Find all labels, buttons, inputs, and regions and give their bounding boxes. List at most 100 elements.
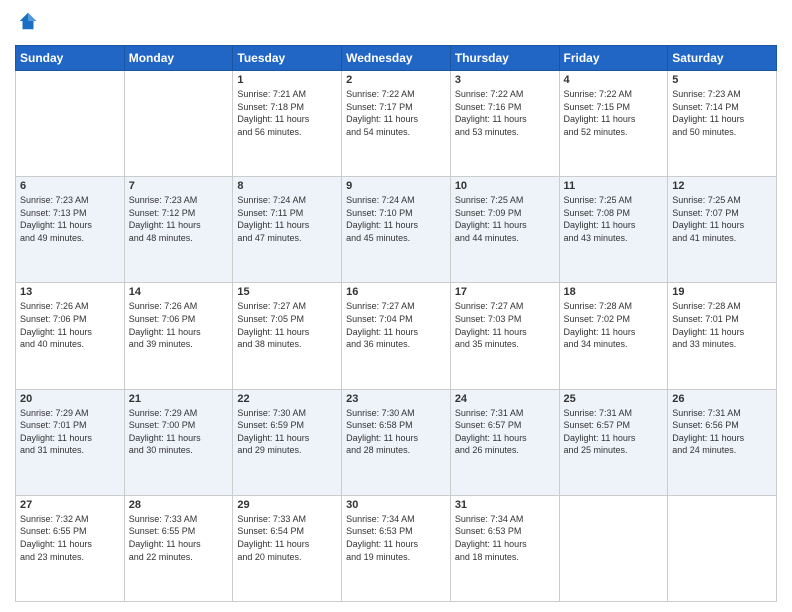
calendar-cell: 24 Sunrise: 7:31 AM Sunset: 6:57 PM Dayli… — [450, 389, 559, 495]
day-info: Sunrise: 7:23 AM Sunset: 7:14 PM Dayligh… — [672, 88, 772, 138]
calendar-cell: 18 Sunrise: 7:28 AM Sunset: 7:02 PM Dayli… — [559, 283, 668, 389]
day-number: 20 — [20, 393, 120, 405]
day-number: 9 — [346, 180, 446, 192]
day-number: 2 — [346, 74, 446, 86]
day-number: 14 — [129, 286, 229, 298]
day-number: 12 — [672, 180, 772, 192]
calendar-cell — [559, 495, 668, 601]
day-info: Sunrise: 7:31 AM Sunset: 6:57 PM Dayligh… — [564, 407, 664, 457]
calendar-cell: 10 Sunrise: 7:25 AM Sunset: 7:09 PM Dayli… — [450, 177, 559, 283]
day-number: 7 — [129, 180, 229, 192]
calendar-cell: 4 Sunrise: 7:22 AM Sunset: 7:15 PM Daylig… — [559, 71, 668, 177]
calendar-cell: 19Sunrise: 7:28 AM Sunset: 7:01 PM Dayli… — [668, 283, 777, 389]
calendar-cell: 25 Sunrise: 7:31 AM Sunset: 6:57 PM Dayli… — [559, 389, 668, 495]
calendar-cell: 17 Sunrise: 7:27 AM Sunset: 7:03 PM Dayli… — [450, 283, 559, 389]
weekday-header-tuesday: Tuesday — [233, 46, 342, 71]
day-info: Sunrise: 7:33 AM Sunset: 6:54 PM Dayligh… — [237, 513, 337, 563]
logo-icon — [17, 10, 39, 32]
day-info: Sunrise: 7:25 AM Sunset: 7:08 PM Dayligh… — [564, 194, 664, 244]
logo — [15, 10, 41, 37]
page: SundayMondayTuesdayWednesdayThursdayFrid… — [0, 0, 792, 612]
day-number: 31 — [455, 499, 555, 511]
day-info: Sunrise: 7:30 AM Sunset: 6:58 PM Dayligh… — [346, 407, 446, 457]
calendar-cell: 20 Sunrise: 7:29 AM Sunset: 7:01 PM Dayli… — [16, 389, 125, 495]
day-number: 28 — [129, 499, 229, 511]
calendar-cell: 29 Sunrise: 7:33 AM Sunset: 6:54 PM Dayli… — [233, 495, 342, 601]
header — [15, 10, 777, 37]
day-number: 10 — [455, 180, 555, 192]
calendar-cell: 15 Sunrise: 7:27 AM Sunset: 7:05 PM Dayli… — [233, 283, 342, 389]
weekday-header-wednesday: Wednesday — [342, 46, 451, 71]
day-number: 8 — [237, 180, 337, 192]
weekday-header-sunday: Sunday — [16, 46, 125, 71]
day-number: 4 — [564, 74, 664, 86]
calendar-cell — [16, 71, 125, 177]
day-number: 26 — [672, 393, 772, 405]
day-number: 23 — [346, 393, 446, 405]
day-info: Sunrise: 7:27 AM Sunset: 7:04 PM Dayligh… — [346, 300, 446, 350]
day-info: Sunrise: 7:21 AM Sunset: 7:18 PM Dayligh… — [237, 88, 337, 138]
calendar-cell: 5 Sunrise: 7:23 AM Sunset: 7:14 PM Daylig… — [668, 71, 777, 177]
day-info: Sunrise: 7:34 AM Sunset: 6:53 PM Dayligh… — [346, 513, 446, 563]
day-info: Sunrise: 7:28 AM Sunset: 7:01 PM Dayligh… — [672, 300, 772, 350]
day-number: 6 — [20, 180, 120, 192]
day-info: Sunrise: 7:26 AM Sunset: 7:06 PM Dayligh… — [20, 300, 120, 350]
calendar-table: SundayMondayTuesdayWednesdayThursdayFrid… — [15, 45, 777, 602]
weekday-header-monday: Monday — [124, 46, 233, 71]
day-info: Sunrise: 7:22 AM Sunset: 7:16 PM Dayligh… — [455, 88, 555, 138]
day-number: 24 — [455, 393, 555, 405]
day-number: 29 — [237, 499, 337, 511]
day-info: Sunrise: 7:22 AM Sunset: 7:17 PM Dayligh… — [346, 88, 446, 138]
calendar-header: SundayMondayTuesdayWednesdayThursdayFrid… — [16, 46, 777, 71]
day-number: 16 — [346, 286, 446, 298]
calendar-cell: 1 Sunrise: 7:21 AM Sunset: 7:18 PM Daylig… — [233, 71, 342, 177]
calendar-cell: 16 Sunrise: 7:27 AM Sunset: 7:04 PM Dayli… — [342, 283, 451, 389]
day-info: Sunrise: 7:28 AM Sunset: 7:02 PM Dayligh… — [564, 300, 664, 350]
calendar-cell: 7Sunrise: 7:23 AM Sunset: 7:12 PM Daylig… — [124, 177, 233, 283]
calendar-cell: 8 Sunrise: 7:24 AM Sunset: 7:11 PM Daylig… — [233, 177, 342, 283]
calendar-cell: 27 Sunrise: 7:32 AM Sunset: 6:55 PM Dayli… — [16, 495, 125, 601]
calendar-cell: 12Sunrise: 7:25 AM Sunset: 7:07 PM Dayli… — [668, 177, 777, 283]
calendar-cell: 13 Sunrise: 7:26 AM Sunset: 7:06 PM Dayli… — [16, 283, 125, 389]
weekday-header-saturday: Saturday — [668, 46, 777, 71]
calendar-cell: 22 Sunrise: 7:30 AM Sunset: 6:59 PM Dayli… — [233, 389, 342, 495]
day-info: Sunrise: 7:27 AM Sunset: 7:05 PM Dayligh… — [237, 300, 337, 350]
day-number: 27 — [20, 499, 120, 511]
day-info: Sunrise: 7:34 AM Sunset: 6:53 PM Dayligh… — [455, 513, 555, 563]
day-info: Sunrise: 7:27 AM Sunset: 7:03 PM Dayligh… — [455, 300, 555, 350]
day-number: 21 — [129, 393, 229, 405]
day-info: Sunrise: 7:25 AM Sunset: 7:09 PM Dayligh… — [455, 194, 555, 244]
day-info: Sunrise: 7:29 AM Sunset: 7:01 PM Dayligh… — [20, 407, 120, 457]
day-info: Sunrise: 7:26 AM Sunset: 7:06 PM Dayligh… — [129, 300, 229, 350]
day-number: 22 — [237, 393, 337, 405]
calendar-cell: 2 Sunrise: 7:22 AM Sunset: 7:17 PM Daylig… — [342, 71, 451, 177]
day-number: 1 — [237, 74, 337, 86]
calendar-cell: 21 Sunrise: 7:29 AM Sunset: 7:00 PM Dayli… — [124, 389, 233, 495]
day-info: Sunrise: 7:23 AM Sunset: 7:13 PM Dayligh… — [20, 194, 120, 244]
day-info: Sunrise: 7:24 AM Sunset: 7:10 PM Dayligh… — [346, 194, 446, 244]
day-info: Sunrise: 7:31 AM Sunset: 6:57 PM Dayligh… — [455, 407, 555, 457]
calendar-cell: 9 Sunrise: 7:24 AM Sunset: 7:10 PM Daylig… — [342, 177, 451, 283]
calendar-cell: 28 Sunrise: 7:33 AM Sunset: 6:55 PM Dayli… — [124, 495, 233, 601]
day-number: 18 — [564, 286, 664, 298]
day-number: 25 — [564, 393, 664, 405]
weekday-header-thursday: Thursday — [450, 46, 559, 71]
day-number: 17 — [455, 286, 555, 298]
day-number: 5 — [672, 74, 772, 86]
day-info: Sunrise: 7:24 AM Sunset: 7:11 PM Dayligh… — [237, 194, 337, 244]
day-info: Sunrise: 7:30 AM Sunset: 6:59 PM Dayligh… — [237, 407, 337, 457]
calendar-cell: 11Sunrise: 7:25 AM Sunset: 7:08 PM Dayli… — [559, 177, 668, 283]
calendar-cell: 23 Sunrise: 7:30 AM Sunset: 6:58 PM Dayli… — [342, 389, 451, 495]
calendar-cell: 31 Sunrise: 7:34 AM Sunset: 6:53 PM Dayli… — [450, 495, 559, 601]
day-info: Sunrise: 7:33 AM Sunset: 6:55 PM Dayligh… — [129, 513, 229, 563]
weekday-header-friday: Friday — [559, 46, 668, 71]
calendar-cell: 14 Sunrise: 7:26 AM Sunset: 7:06 PM Dayli… — [124, 283, 233, 389]
calendar-cell — [668, 495, 777, 601]
day-number: 13 — [20, 286, 120, 298]
calendar-cell: 6 Sunrise: 7:23 AM Sunset: 7:13 PM Daylig… — [16, 177, 125, 283]
day-info: Sunrise: 7:31 AM Sunset: 6:56 PM Dayligh… — [672, 407, 772, 457]
day-number: 15 — [237, 286, 337, 298]
day-info: Sunrise: 7:29 AM Sunset: 7:00 PM Dayligh… — [129, 407, 229, 457]
day-info: Sunrise: 7:22 AM Sunset: 7:15 PM Dayligh… — [564, 88, 664, 138]
day-info: Sunrise: 7:32 AM Sunset: 6:55 PM Dayligh… — [20, 513, 120, 563]
